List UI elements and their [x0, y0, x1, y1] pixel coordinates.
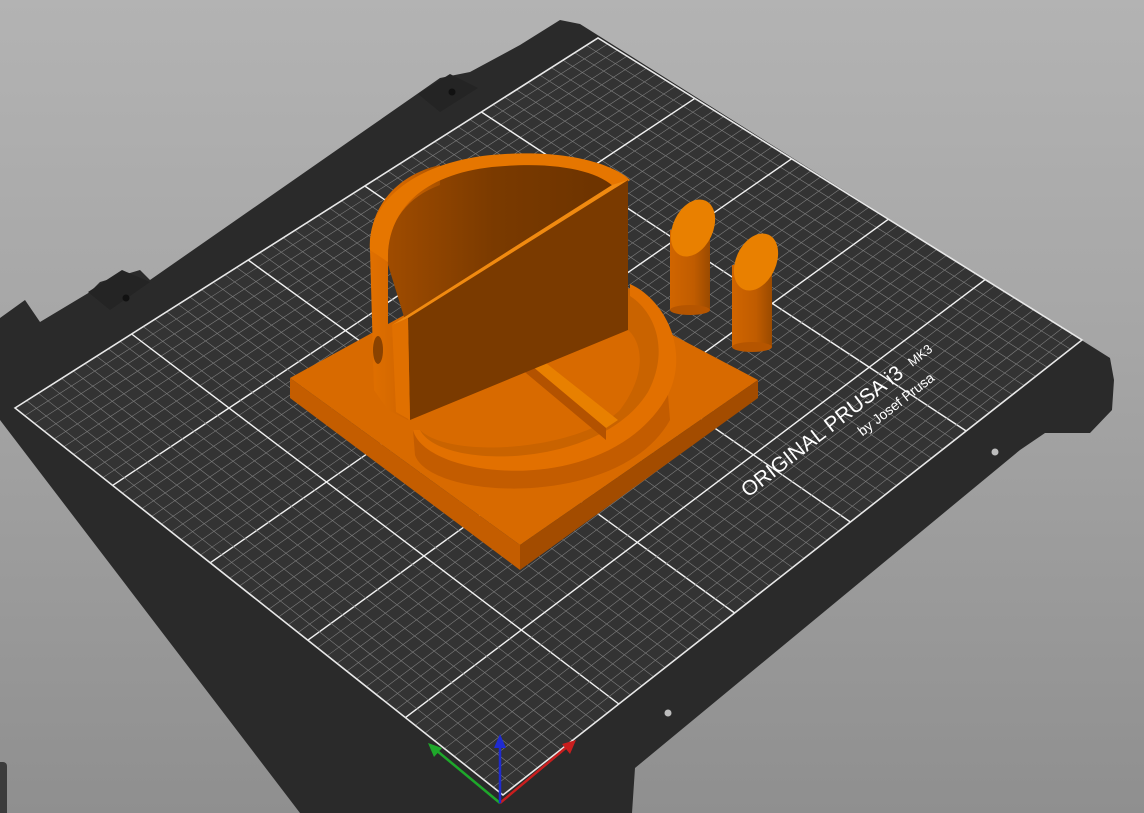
collapse-sidebar-handle[interactable]: [0, 762, 7, 813]
3d-viewport[interactable]: ORIGINAL PRUSA i3 MK3 by Josef Prusa: [0, 0, 1144, 813]
scene-canvas[interactable]: ORIGINAL PRUSA i3 MK3 by Josef Prusa: [0, 0, 1144, 813]
bed-screw-3: [991, 448, 999, 456]
peg-1-bottom: [670, 305, 710, 315]
peg-2-bottom: [732, 342, 772, 352]
cylinder-hole: [373, 336, 383, 364]
bed-screw-1: [122, 294, 130, 302]
bed-screw-2: [448, 88, 456, 96]
bed-screw-4: [664, 709, 672, 717]
